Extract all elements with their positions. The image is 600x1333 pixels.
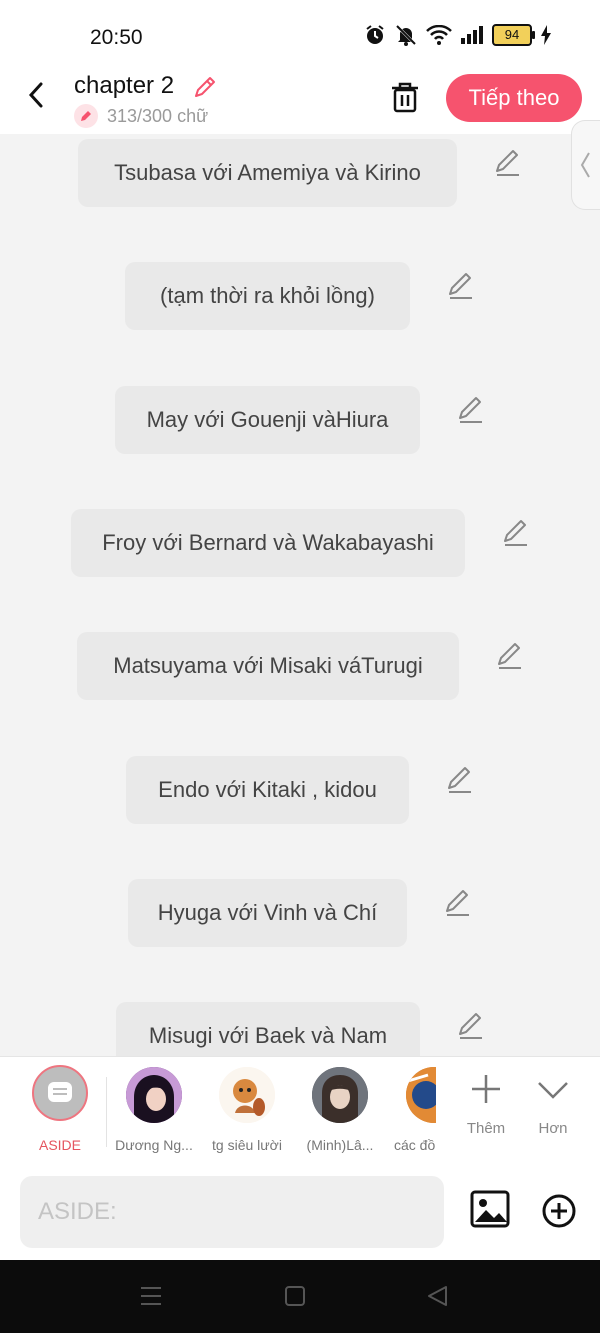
- message-bubble[interactable]: Tsubasa với Amemiya và Kirino: [78, 139, 457, 207]
- edit-message-icon[interactable]: [445, 764, 475, 794]
- chevron-left-icon: [580, 152, 590, 178]
- home-icon[interactable]: [284, 1284, 306, 1308]
- system-nav-bar: [0, 1260, 600, 1333]
- character-label: (Minh)Lâ...: [306, 1137, 374, 1153]
- more-label: Hơn: [538, 1120, 568, 1137]
- avatar: [312, 1067, 368, 1123]
- status-bar: 20:50 94: [0, 0, 600, 68]
- message-bubble[interactable]: May với Gouenji vàHiura: [115, 386, 420, 454]
- more-button[interactable]: Hơn: [523, 1071, 583, 1137]
- character-item[interactable]: Dương Ng...: [108, 1067, 200, 1153]
- edit-message-icon[interactable]: [493, 147, 523, 177]
- charging-icon: [541, 25, 551, 45]
- chevron-down-icon: [538, 1082, 568, 1099]
- back-button[interactable]: [22, 80, 52, 110]
- character-label: Dương Ng...: [115, 1137, 193, 1153]
- message-bubble[interactable]: (tạm thời ra khỏi lồng): [125, 262, 410, 330]
- alarm-icon: [366, 25, 384, 44]
- character-label: các đồ: [394, 1137, 436, 1153]
- aside-input[interactable]: [20, 1176, 444, 1248]
- edit-message-icon[interactable]: [495, 640, 525, 670]
- word-count-badge: [74, 104, 98, 128]
- character-label: ASIDE: [38, 1137, 81, 1153]
- edit-message-icon[interactable]: [456, 1010, 486, 1040]
- character-item[interactable]: các đồ: [380, 1067, 436, 1153]
- message-bubble[interactable]: Misugi với Baek và Nam: [116, 1002, 420, 1056]
- plus-icon: [472, 1075, 500, 1103]
- character-label: tg siêu lười: [212, 1137, 282, 1153]
- next-button[interactable]: Tiếp theo: [446, 74, 582, 122]
- message-bubble[interactable]: Froy với Bernard và Wakabayashi: [71, 509, 465, 577]
- signal-icon: [461, 26, 483, 44]
- edit-title-icon[interactable]: [192, 74, 218, 100]
- aside-bubble-icon: [48, 1082, 72, 1102]
- chapter-title: chapter 2: [74, 72, 175, 99]
- mute-bell-icon: [395, 24, 417, 46]
- delete-button[interactable]: [388, 80, 422, 114]
- avatar: [126, 1067, 182, 1123]
- add-circle-icon[interactable]: [540, 1192, 578, 1230]
- edit-message-icon[interactable]: [501, 517, 531, 547]
- character-aside[interactable]: ASIDE: [14, 1065, 106, 1153]
- character-item[interactable]: (Minh)Lâ...: [294, 1067, 386, 1153]
- image-icon[interactable]: [468, 1188, 512, 1230]
- avatar: [406, 1067, 436, 1123]
- edit-message-icon[interactable]: [456, 394, 486, 424]
- message-bubble[interactable]: Endo với Kitaki , kidou: [126, 756, 409, 824]
- battery-indicator: 94: [492, 24, 535, 46]
- character-bar: ASIDE Dương Ng... tg siêu lười (Minh)Lâ.…: [0, 1056, 600, 1165]
- edit-message-icon[interactable]: [443, 887, 473, 917]
- wifi-icon: [426, 25, 452, 45]
- add-character-button[interactable]: Thêm: [456, 1071, 516, 1137]
- character-item[interactable]: tg siêu lười: [201, 1067, 293, 1153]
- message-list[interactable]: Tsubasa với Amemiya và Kirino (tạm thời …: [0, 134, 600, 1056]
- divider: [106, 1077, 107, 1147]
- message-bubble[interactable]: Hyuga với Vinh và Chí: [128, 879, 407, 947]
- back-nav-icon[interactable]: [426, 1284, 448, 1308]
- status-time: 20:50: [90, 26, 143, 49]
- message-bubble[interactable]: Matsuyama với Misaki váTurugi: [77, 632, 459, 700]
- side-panel-tab[interactable]: [571, 120, 600, 210]
- menu-icon[interactable]: [140, 1284, 162, 1308]
- composer: [0, 1164, 600, 1260]
- status-icons: 94: [364, 24, 552, 46]
- edit-message-icon[interactable]: [446, 270, 476, 300]
- word-count: 313/300 chữ: [107, 106, 209, 126]
- header: chapter 2 313/300 chữ Tiếp theo: [0, 68, 600, 134]
- add-label: Thêm: [466, 1120, 506, 1137]
- aside-avatar: [32, 1065, 88, 1121]
- pencil-icon: [81, 111, 91, 121]
- avatar: [219, 1067, 275, 1123]
